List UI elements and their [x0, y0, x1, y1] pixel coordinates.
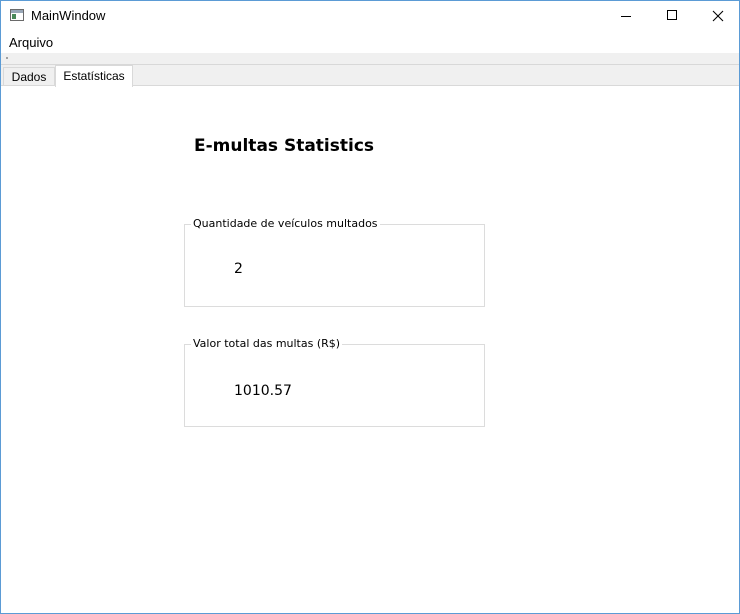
- main-window: MainWindow Arquivo Dados Estatísticas E-…: [0, 0, 740, 614]
- minimize-button[interactable]: [603, 1, 649, 31]
- toolbar: [1, 53, 739, 65]
- menu-arquivo[interactable]: Arquivo: [9, 35, 53, 50]
- tab-estatisticas[interactable]: Estatísticas: [55, 65, 133, 87]
- maximize-button[interactable]: [649, 1, 695, 31]
- app-window-icon: [10, 9, 24, 21]
- close-button[interactable]: [695, 1, 740, 31]
- tab-bar: Dados Estatísticas: [1, 65, 739, 87]
- total-value-amount: 1010.57: [234, 383, 292, 399]
- page-title: E-multas Statistics: [194, 136, 375, 156]
- maximize-icon: [667, 10, 677, 20]
- vehicles-groupbox-label: Quantidade de veículos multados: [191, 217, 380, 230]
- vehicles-count-value: 2: [234, 261, 243, 277]
- toolbar-handle[interactable]: [6, 57, 8, 59]
- tab-dados[interactable]: Dados: [3, 67, 55, 86]
- total-value-groupbox-label: Valor total das multas (R$): [191, 337, 343, 350]
- menu-bar: Arquivo: [1, 31, 739, 53]
- title-bar[interactable]: MainWindow: [1, 1, 739, 31]
- minimize-icon: [621, 16, 631, 17]
- close-icon: [712, 10, 724, 22]
- total-value-groupbox: Valor total das multas (R$) 1010.57: [184, 337, 485, 427]
- window-title: MainWindow: [31, 8, 106, 23]
- statistics-panel: E-multas Statistics Quantidade de veícul…: [1, 85, 739, 613]
- vehicles-groupbox: Quantidade de veículos multados 2: [184, 217, 485, 307]
